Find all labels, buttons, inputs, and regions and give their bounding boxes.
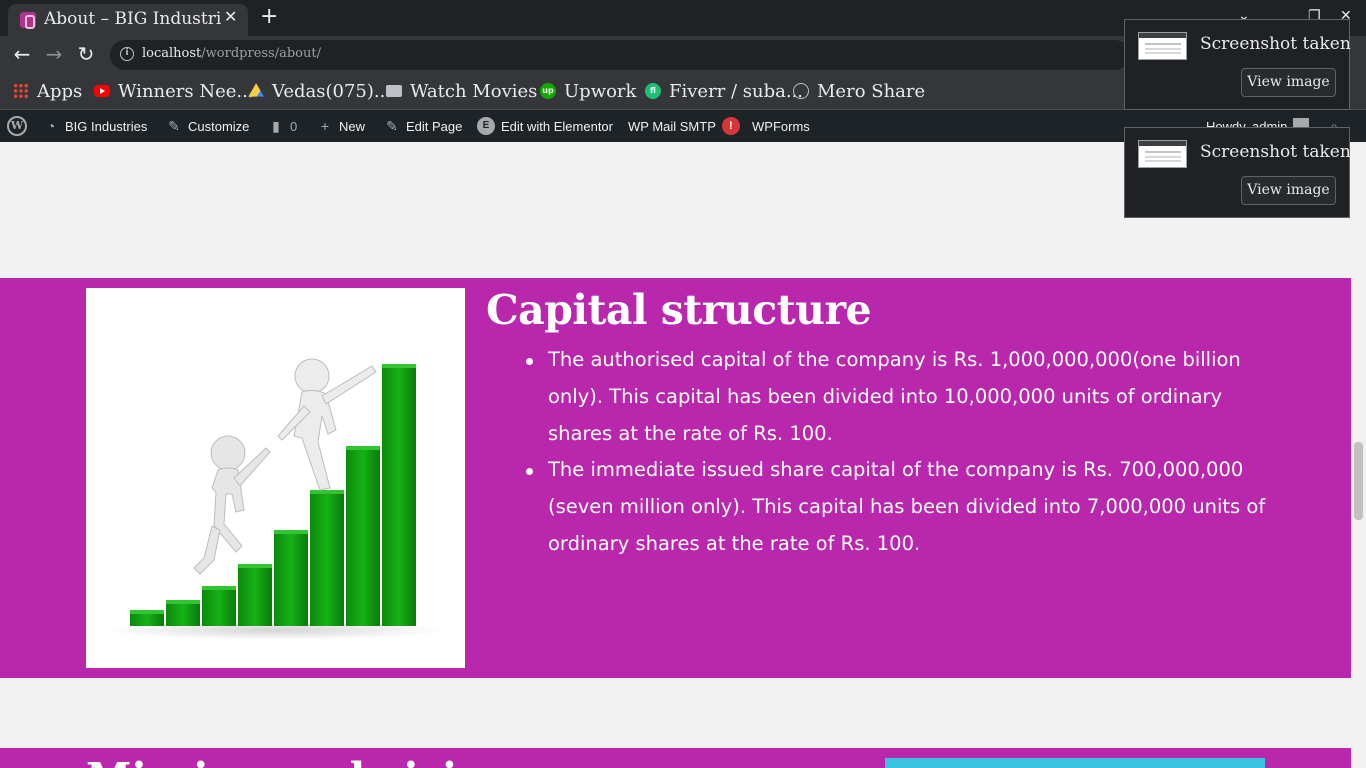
wp-logo-menu[interactable]: W	[7, 110, 27, 142]
mero-share-icon	[793, 83, 809, 99]
paintbrush-icon: ✎	[168, 118, 180, 134]
fiverr-icon: fi	[645, 83, 661, 99]
illustration-step	[310, 490, 344, 626]
notification-title: Screenshot taken	[1200, 142, 1351, 162]
new-content-menu[interactable]: + New	[317, 110, 365, 142]
illustration-step-top	[382, 364, 416, 368]
illustration-step-top	[202, 586, 236, 590]
mission-vision-section: Mission and vision	[0, 748, 1351, 768]
bookmark-vedas[interactable]: Vedas(075)...	[248, 80, 391, 102]
illustration-step-top	[274, 530, 308, 534]
edit-with-elementor-link[interactable]: E Edit with Elementor	[477, 110, 613, 142]
close-tab-icon[interactable]: ✕	[224, 7, 237, 26]
upwork-icon: up	[540, 83, 556, 99]
edit-page-link[interactable]: ✎ Edit Page	[384, 110, 462, 142]
view-image-button[interactable]: View image	[1241, 68, 1336, 97]
site-favicon-icon	[20, 12, 36, 29]
wp-mail-smtp-menu[interactable]: WP Mail SMTP !	[628, 110, 740, 142]
screenshot-notification: Screenshot taken View image	[1124, 19, 1351, 110]
elementor-icon: E	[477, 117, 495, 135]
screenshot-notification: Screenshot taken View image	[1124, 127, 1351, 218]
growth-illustration	[86, 288, 465, 668]
tab-title: About – BIG Industries	[44, 9, 222, 29]
illustration-step	[274, 530, 308, 626]
wordpress-logo-icon: W	[7, 116, 27, 136]
browser-tab[interactable]: About – BIG Industries ✕	[8, 4, 248, 36]
folder-icon	[386, 85, 402, 97]
view-image-button[interactable]: View image	[1241, 176, 1336, 205]
capital-structure-section: Capital structure The authorised capital…	[0, 278, 1351, 678]
section-title: Mission and vision	[86, 754, 515, 768]
bookmark-fiverr[interactable]: fi Fiverr / suba...	[645, 80, 803, 102]
url-text[interactable]: localhost/wordpress/about/	[142, 46, 321, 61]
google-drive-icon	[248, 83, 264, 97]
dashboard-gauge-icon: ◔	[46, 118, 56, 134]
illustration-step-top	[310, 490, 344, 494]
customize-link[interactable]: ✎ Customize	[166, 110, 249, 142]
wpforms-menu[interactable]: WPForms	[752, 110, 810, 142]
list-item: The authorised capital of the company is…	[526, 342, 1266, 452]
capital-bullet-list: The authorised capital of the company is…	[526, 342, 1266, 563]
illustration-step-top	[238, 564, 272, 568]
reload-icon[interactable]: ↻	[74, 42, 98, 66]
comment-bubble-icon: ▮	[272, 118, 280, 134]
back-icon[interactable]: ←	[10, 42, 34, 66]
list-item: The immediate issued share capital of th…	[526, 452, 1266, 562]
screenshot-thumbnail[interactable]	[1138, 140, 1187, 168]
notification-title: Screenshot taken	[1200, 34, 1351, 54]
bookmark-upwork[interactable]: up Upwork	[540, 80, 636, 102]
illustration-step	[238, 564, 272, 626]
scrollbar-thumb[interactable]	[1354, 442, 1363, 520]
section-title: Capital structure	[486, 286, 872, 334]
apps-grid-icon	[13, 83, 29, 99]
page-scrollbar[interactable]	[1351, 142, 1366, 768]
notification-badge: !	[721, 117, 740, 135]
bookmark-mero-share[interactable]: Mero Share	[793, 80, 925, 102]
youtube-icon	[94, 85, 110, 97]
screenshot-thumbnail[interactable]	[1138, 32, 1187, 60]
mission-image-box	[885, 758, 1265, 768]
new-tab-icon[interactable]: +	[260, 4, 278, 29]
illustration-step	[382, 364, 416, 626]
growth-chart-illustration	[106, 358, 446, 640]
illustration-step	[346, 446, 380, 626]
illustration-step	[202, 586, 236, 626]
illustration-step-top	[346, 446, 380, 450]
pencil-icon: ✎	[386, 118, 398, 134]
address-bar[interactable]: i localhost/wordpress/about/	[110, 40, 1130, 70]
site-info-icon[interactable]: i	[120, 47, 134, 61]
bookmark-winners[interactable]: Winners Nee...	[94, 80, 254, 102]
bookmark-watch-movies[interactable]: Watch Movies	[386, 80, 537, 102]
illustration-step-top	[130, 610, 164, 614]
illustration-step-top	[166, 600, 200, 604]
plus-icon: +	[320, 118, 330, 134]
site-name-menu[interactable]: ◔ BIG Industries	[43, 110, 148, 142]
comments-link[interactable]: ▮ 0	[268, 110, 297, 142]
bookmark-apps[interactable]: Apps	[13, 80, 82, 102]
forward-icon[interactable]: →	[42, 42, 66, 66]
